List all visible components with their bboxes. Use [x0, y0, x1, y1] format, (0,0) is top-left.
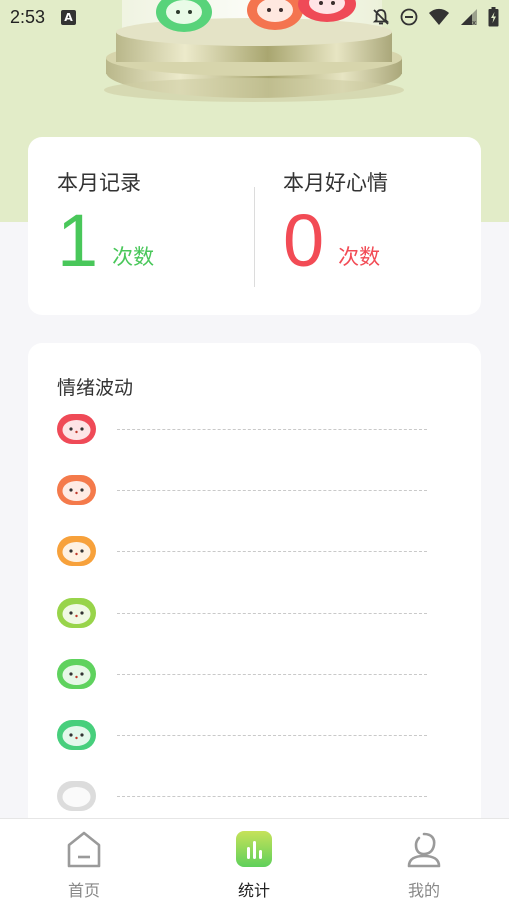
monthly-records-stat: 本月记录 1 次数 [57, 167, 154, 281]
svg-text:x: x [472, 19, 476, 26]
tab-home[interactable]: 首页 [24, 819, 144, 906]
mood-level-row [56, 474, 456, 508]
home-icon [67, 831, 101, 868]
mood-level-row [56, 535, 456, 569]
mood-level-row [56, 658, 456, 692]
mood-level-guideline [117, 551, 427, 553]
mood-level-row [56, 780, 456, 814]
monthly-good-mood-unit: 次数 [338, 245, 381, 269]
notifications-off-icon [372, 9, 390, 25]
mood-level-row [56, 719, 456, 753]
yellow-green-mood-face-icon [57, 597, 96, 628]
tab-home-label: 首页 [67, 881, 100, 900]
status-bar: 2:53 A x [0, 0, 509, 34]
mood-level-guideline [117, 490, 427, 492]
summary-divider [254, 187, 255, 287]
profile-icon [407, 832, 441, 868]
tab-statistics-label: 统计 [237, 881, 270, 900]
mood-level-guideline [117, 429, 427, 430]
tab-profile-label: 我的 [407, 881, 440, 900]
monthly-good-mood-label: 本月好心情 [283, 171, 388, 195]
wifi-icon [429, 8, 449, 25]
orange-red-mood-face-icon [57, 475, 96, 506]
mood-chart-title: 情绪波动 [57, 377, 134, 399]
green-mood-face-icon [57, 658, 96, 689]
orange-mood-face-icon [57, 536, 96, 567]
mood-level-guideline [117, 612, 427, 614]
keyboard-indicator-icon: A [61, 9, 77, 25]
red-mood-face-icon [57, 414, 96, 444]
gray-mood-face-icon [57, 781, 96, 812]
status-time: 2:53 [10, 6, 46, 27]
mood-level-guideline [117, 735, 427, 736]
teal-green-mood-face-icon [57, 720, 96, 750]
do-not-disturb-icon [400, 8, 418, 26]
mood-level-guideline [117, 673, 427, 675]
battery-charging-icon [488, 7, 499, 27]
monthly-records-label: 本月记录 [57, 171, 141, 195]
monthly-good-mood-value: 0 [283, 199, 325, 282]
statistics-icon [236, 831, 272, 867]
tab-statistics[interactable]: 统计 [194, 819, 314, 906]
monthly-records-value: 1 [57, 199, 99, 282]
monthly-records-unit: 次数 [112, 245, 155, 269]
bottom-tab-bar: 首页 统计 我的 [0, 818, 509, 906]
monthly-summary-card: 本月记录 1 次数 本月好心情 0 次数 [28, 137, 481, 315]
mood-level-row [56, 597, 456, 631]
mood-level-row [56, 413, 456, 447]
mood-fluctuation-card: 情绪波动 [28, 343, 481, 843]
mood-level-guideline [117, 796, 427, 798]
tab-profile[interactable]: 我的 [364, 819, 484, 906]
cell-signal-icon: x [461, 9, 477, 26]
monthly-good-mood-stat: 本月好心情 0 次数 [283, 167, 388, 281]
